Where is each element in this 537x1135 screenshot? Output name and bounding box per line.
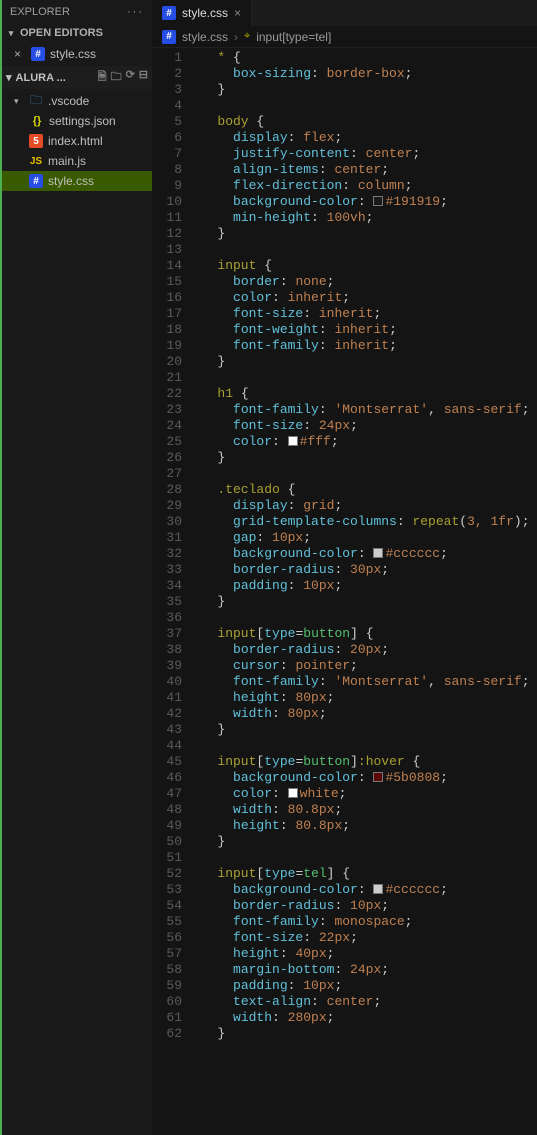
new-folder-icon[interactable]: 🗀 (111, 68, 122, 87)
explorer-header: EXPLORER ··· (2, 0, 152, 24)
js-file-icon: JS (29, 154, 43, 168)
workspace-folder-name: ALURA ... (16, 72, 66, 84)
breadcrumb-file: style.css (182, 30, 228, 44)
open-editors-title: OPEN EDITORS (20, 27, 103, 39)
file-tree: ▾ 🗀 .vscode {} settings.json 5 index.htm… (2, 89, 152, 193)
folder-icon: 🗀 (29, 94, 43, 108)
css-file-icon: # (31, 47, 45, 61)
json-file-icon: {} (30, 114, 44, 128)
explorer-more-icon[interactable]: ··· (127, 6, 144, 18)
tree-label: main.js (48, 154, 86, 168)
tree-label: .vscode (48, 94, 89, 108)
chevron-down-icon: ▾ (6, 71, 12, 84)
close-icon[interactable]: × (14, 47, 26, 61)
folder-actions: 🗎 🗀 ⟳ ⊟ (98, 68, 148, 87)
explorer-sidebar: EXPLORER ··· ▾ OPEN EDITORS × # style.cs… (2, 0, 152, 1135)
open-editors-list: × # style.css (2, 42, 152, 66)
tree-label: index.html (48, 134, 103, 148)
code-editor[interactable]: 1234567891011121314151617181920212223242… (152, 48, 537, 1135)
chevron-down-icon: ▾ (14, 96, 24, 107)
css-file-icon: # (29, 174, 43, 188)
tab-label: style.css (182, 6, 228, 20)
tree-file-index[interactable]: 5 index.html (2, 131, 152, 151)
tree-file-main[interactable]: JS main.js (2, 151, 152, 171)
tree-file-style[interactable]: # style.css (2, 171, 152, 191)
chevron-down-icon: ▾ (6, 28, 16, 39)
tree-label: style.css (48, 174, 94, 188)
new-file-icon[interactable]: 🗎 (98, 68, 107, 87)
workspace-folder-header[interactable]: ▾ ALURA ... 🗎 🗀 ⟳ ⊟ (2, 66, 152, 89)
open-editor-label: style.css (50, 47, 96, 61)
open-editors-section[interactable]: ▾ OPEN EDITORS (2, 24, 152, 42)
explorer-title: EXPLORER (10, 6, 70, 18)
editor-area: # style.css × # style.css › ⌖ input[type… (152, 0, 537, 1135)
chevron-right-icon: › (234, 30, 238, 44)
css-file-icon: # (162, 30, 176, 44)
refresh-icon[interactable]: ⟳ (126, 68, 135, 87)
tree-file-settings[interactable]: {} settings.json (2, 111, 152, 131)
css-file-icon: # (162, 6, 176, 20)
breadcrumb-symbol: input[type=tel] (256, 30, 331, 44)
tree-folder-vscode[interactable]: ▾ 🗀 .vscode (2, 91, 152, 111)
close-icon[interactable]: × (234, 6, 241, 20)
open-editor-item[interactable]: × # style.css (2, 44, 152, 64)
html-file-icon: 5 (29, 134, 43, 148)
breadcrumb[interactable]: # style.css › ⌖ input[type=tel] (152, 26, 537, 48)
collapse-icon[interactable]: ⊟ (139, 68, 148, 87)
tree-label: settings.json (49, 114, 116, 128)
code-lines[interactable]: * { box-sizing: border-box; } body { dis… (194, 48, 537, 1135)
tab-style-css[interactable]: # style.css × (152, 0, 252, 26)
tab-bar: # style.css × (152, 0, 537, 26)
selector-icon: ⌖ (244, 30, 250, 43)
line-gutter: 1234567891011121314151617181920212223242… (152, 48, 194, 1135)
